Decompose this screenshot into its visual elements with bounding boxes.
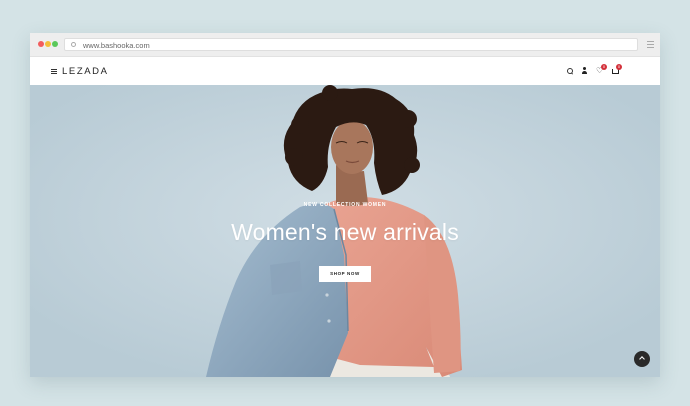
back-to-top-icon[interactable] (634, 351, 650, 367)
hamburger-menu-icon[interactable] (51, 69, 57, 74)
site-header: LEZADA ♡ 0 0 (30, 57, 660, 85)
cart-count-badge: 0 (616, 64, 622, 70)
user-icon[interactable] (581, 67, 589, 75)
url-text: www.bashooka.com (83, 41, 150, 50)
heart-icon[interactable]: ♡ 0 (596, 64, 607, 75)
shop-now-button[interactable]: SHOP NOW (319, 266, 371, 282)
hero-banner: NEW COLLECTION WOMEN Women's new arrival… (30, 85, 660, 377)
hero-eyebrow: NEW COLLECTION WOMEN (303, 202, 387, 208)
browser-toolbar: www.bashooka.com (30, 33, 660, 57)
hero-headline: Women's new arrivals (231, 219, 459, 245)
close-window-dot[interactable] (38, 41, 44, 47)
search-icon[interactable] (566, 67, 574, 75)
browser-window: www.bashooka.com LEZADA ♡ 0 0 NEW COLLEC… (30, 33, 660, 377)
browser-menu-icon[interactable] (647, 41, 654, 48)
cart-icon[interactable]: 0 (611, 64, 622, 75)
site-logo[interactable]: LEZADA (62, 66, 109, 77)
address-bar[interactable]: www.bashooka.com (64, 38, 638, 51)
minimize-window-dot[interactable] (45, 41, 51, 47)
page-info-icon (71, 42, 76, 47)
wishlist-count-badge: 0 (601, 64, 607, 70)
maximize-window-dot[interactable] (52, 41, 58, 47)
